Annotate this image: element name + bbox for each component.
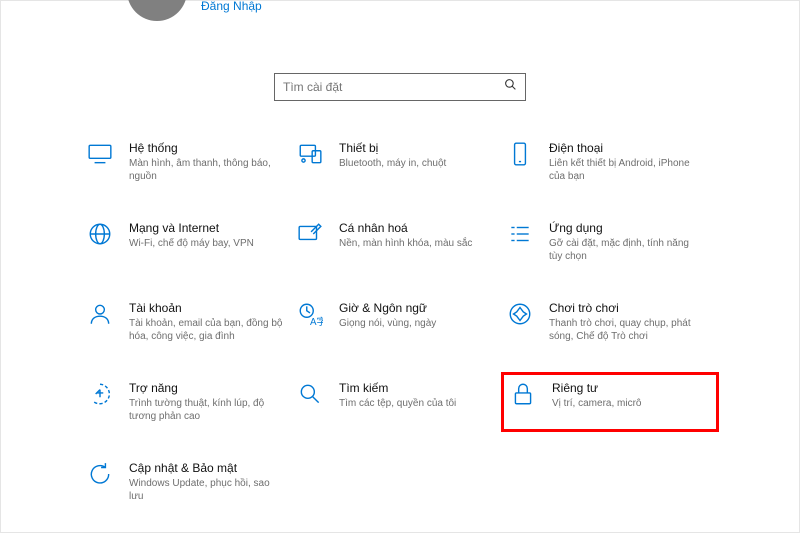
tile-title: Ứng dụng xyxy=(549,221,703,235)
tile-title: Trợ năng xyxy=(129,381,283,395)
tile-apps[interactable]: Ứng dụng Gỡ cài đặt, mặc định, tính năng… xyxy=(505,221,715,263)
tile-devices[interactable]: Thiết bị Bluetooth, máy in, chuột xyxy=(295,141,505,183)
gaming-icon xyxy=(505,301,535,331)
display-icon xyxy=(85,141,115,171)
time-language-icon: A字 xyxy=(295,301,325,331)
tile-desc: Màn hình, âm thanh, thông báo, nguồn xyxy=(129,157,283,183)
update-icon xyxy=(85,461,115,491)
tile-title: Cập nhật & Bảo mật xyxy=(129,461,283,475)
tile-system[interactable]: Hệ thống Màn hình, âm thanh, thông báo, … xyxy=(85,141,295,183)
tile-gaming[interactable]: Chơi trò chơi Thanh trò chơi, quay chụp,… xyxy=(505,301,715,343)
search-input[interactable] xyxy=(283,80,504,94)
tile-desc: Wi-Fi, chế độ máy bay, VPN xyxy=(129,237,254,250)
tile-title: Tài khoản xyxy=(129,301,283,315)
tile-accounts[interactable]: Tài khoản Tài khoản, email của bạn, đồng… xyxy=(85,301,295,343)
tile-desc: Trình tường thuật, kính lúp, độ tương ph… xyxy=(129,397,283,423)
tile-desc: Thanh trò chơi, quay chụp, phát sóng, Ch… xyxy=(549,317,703,343)
tile-title: Giờ & Ngôn ngữ xyxy=(339,301,436,315)
tile-privacy[interactable]: Riêng tư Vị trí, camera, micrô xyxy=(501,372,719,432)
globe-icon xyxy=(85,221,115,251)
tile-desc: Tìm các tệp, quyền của tôi xyxy=(339,397,456,410)
tile-network[interactable]: Mạng và Internet Wi-Fi, chế độ máy bay, … xyxy=(85,221,295,263)
search-tile-icon xyxy=(295,381,325,411)
tile-desc: Windows Update, phục hồi, sao lưu xyxy=(129,477,283,503)
tile-desc: Vị trí, camera, micrô xyxy=(552,397,641,410)
personalize-icon xyxy=(295,221,325,251)
search-box[interactable] xyxy=(274,73,526,101)
tile-desc: Bluetooth, máy in, chuột xyxy=(339,157,446,170)
search-icon xyxy=(504,78,517,96)
ease-of-access-icon xyxy=(85,381,115,411)
tile-search[interactable]: Tìm kiếm Tìm các tệp, quyền của tôi xyxy=(295,381,505,423)
tile-personalization[interactable]: Cá nhân hoá Nền, màn hình khóa, màu sắc xyxy=(295,221,505,263)
tile-desc: Giọng nói, vùng, ngày xyxy=(339,317,436,330)
apps-icon xyxy=(505,221,535,251)
devices-icon xyxy=(295,141,325,171)
tile-title: Hệ thống xyxy=(129,141,283,155)
tile-title: Điện thoại xyxy=(549,141,703,155)
tile-title: Tìm kiếm xyxy=(339,381,456,395)
tile-title: Cá nhân hoá xyxy=(339,221,472,235)
tile-phone[interactable]: Điện thoại Liên kết thiết bị Android, iP… xyxy=(505,141,715,183)
tile-desc: Liên kết thiết bị Android, iPhone của bạ… xyxy=(549,157,703,183)
lock-icon xyxy=(508,381,538,411)
svg-text:A字: A字 xyxy=(310,315,323,327)
tile-title: Riêng tư xyxy=(552,381,641,395)
tile-title: Mạng và Internet xyxy=(129,221,254,235)
tile-title: Chơi trò chơi xyxy=(549,301,703,315)
phone-icon xyxy=(505,141,535,171)
tile-time-language[interactable]: A字 Giờ & Ngôn ngữ Giọng nói, vùng, ngày xyxy=(295,301,505,343)
tile-desc: Nền, màn hình khóa, màu sắc xyxy=(339,237,472,250)
tile-desc: Tài khoản, email của bạn, đồng bộ hóa, c… xyxy=(129,317,283,343)
avatar xyxy=(127,0,187,21)
tile-title: Thiết bị xyxy=(339,141,446,155)
tile-desc: Gỡ cài đặt, mặc định, tính năng tùy chọn xyxy=(549,237,703,263)
signin-link[interactable]: Đăng Nhập xyxy=(201,0,262,13)
tile-update-security[interactable]: Cập nhật & Bảo mật Windows Update, phục … xyxy=(85,461,295,503)
tile-ease-of-access[interactable]: Trợ năng Trình tường thuật, kính lúp, độ… xyxy=(85,381,295,423)
accounts-icon xyxy=(85,301,115,331)
